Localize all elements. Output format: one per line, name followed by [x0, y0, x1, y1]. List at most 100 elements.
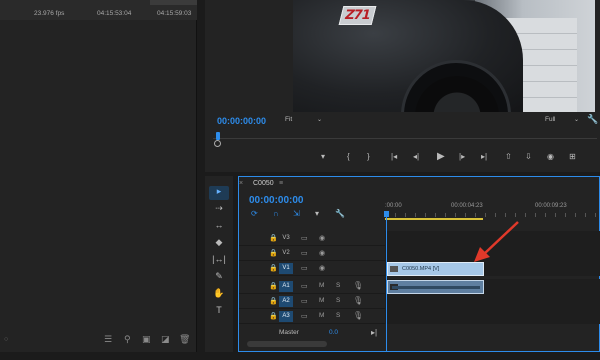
new-item-icon[interactable]: ◪ [161, 334, 170, 345]
program-scrub-bar[interactable] [213, 132, 597, 147]
mute-button[interactable]: M [319, 297, 324, 304]
track-lane[interactable] [385, 294, 600, 309]
mark-out-icon[interactable]: } [367, 152, 370, 161]
solo-button[interactable]: S [336, 297, 340, 304]
track-target-toggle[interactable]: V2 [279, 248, 293, 259]
master-volume-value[interactable]: 0.0 [329, 329, 338, 336]
snap-icon[interactable]: ∩ [273, 209, 279, 218]
step-back-icon[interactable]: ◂| [413, 152, 419, 161]
time-ruler[interactable]: :00:00 00:00:04:23 00:00:09:23 [385, 203, 600, 221]
program-timecode[interactable]: 00:00:00:00 [217, 116, 266, 126]
master-track: Master 0.0 ▸| [239, 327, 384, 341]
sync-lock-icon[interactable]: ▭ [301, 282, 308, 290]
step-forward-icon[interactable]: |▸ [459, 152, 465, 161]
ruler-ticks [385, 213, 600, 217]
type-tool-icon[interactable]: T [209, 305, 229, 319]
zoom-level-select[interactable]: Fit ⌄ [285, 116, 323, 126]
linked-selection-icon[interactable]: ⇲ [293, 209, 300, 218]
track-header: 🔒 V2 ▭ ◉ [239, 246, 384, 261]
go-to-in-icon[interactable]: |◂ [391, 152, 397, 161]
lock-icon[interactable]: 🔒 [269, 249, 278, 257]
solo-button[interactable]: S [336, 282, 340, 289]
selection-tool-icon[interactable]: ▸ [209, 186, 229, 200]
track-lane[interactable] [385, 246, 600, 261]
mute-button[interactable]: M [319, 312, 324, 319]
sync-lock-icon[interactable]: ▭ [301, 264, 308, 272]
slip-tool-icon[interactable]: |↔| [209, 254, 229, 268]
lock-icon[interactable]: 🔒 [269, 312, 278, 320]
ruler-label: 00:00:04:23 [451, 203, 483, 209]
sync-lock-icon[interactable]: ▭ [301, 297, 308, 305]
track-header: 🔒 A1 ▭ M S 🎙 [239, 279, 384, 294]
master-label: Master [279, 329, 299, 336]
timeline-panel: × C0050 ≡ 00:00:00:00 ⟳ ∩ ⇲ ▾ 🔧 :00:00 0… [238, 176, 600, 352]
mic-icon[interactable]: 🎙 [353, 281, 363, 290]
playhead-marker[interactable] [216, 132, 220, 140]
search-icon[interactable]: ⚲ [124, 334, 131, 345]
sync-lock-icon[interactable]: ▭ [301, 312, 308, 320]
project-list-row[interactable]: 23.976 fps 04:15:53:04 04:15:59:03 [0, 0, 197, 20]
program-video-frame: Z71 [293, 0, 595, 112]
track-target-toggle[interactable]: V1 [279, 263, 293, 274]
track-target-toggle[interactable]: A3 [279, 311, 293, 322]
mic-icon[interactable]: 🎙 [353, 296, 363, 305]
project-panel: 23.976 fps 04:15:53:04 04:15:59:03 ○ ☰ ⚲… [0, 0, 197, 352]
eye-icon[interactable]: ◉ [319, 249, 325, 257]
solo-button[interactable]: S [336, 312, 340, 319]
hand-tool-icon[interactable]: ✋ [209, 288, 229, 302]
play-icon[interactable]: ▶ [437, 151, 445, 162]
track-target-toggle[interactable]: A1 [279, 281, 293, 292]
track-header: 🔒 A2 ▭ M S 🎙 [239, 294, 384, 309]
work-area-bar[interactable] [385, 218, 483, 220]
sync-lock-icon[interactable]: ▭ [301, 249, 308, 257]
audio-clip[interactable] [387, 280, 484, 294]
ruler-label: 00:00:09:23 [535, 203, 567, 209]
add-marker-icon[interactable]: ▾ [315, 209, 319, 218]
export-frame-icon[interactable]: ◉ [547, 152, 554, 161]
trash-icon[interactable]: 🗑 [179, 334, 190, 345]
timeline-settings-icon[interactable]: 🔧 [335, 209, 345, 218]
eye-icon[interactable]: ◉ [319, 234, 325, 242]
lock-icon[interactable]: 🔒 [269, 234, 278, 242]
razor-tool-icon[interactable]: ◆ [209, 237, 229, 251]
lock-icon[interactable]: 🔒 [269, 297, 278, 305]
track-lane[interactable] [385, 309, 600, 324]
mic-icon[interactable]: 🎙 [353, 311, 363, 320]
track-select-tool-icon[interactable]: ⇢ [209, 203, 229, 217]
audio-waveform [392, 286, 480, 289]
sequence-tab[interactable]: C0050 [253, 180, 274, 187]
sync-lock-icon[interactable]: ▭ [301, 234, 308, 242]
eye-icon[interactable]: ◉ [319, 264, 325, 272]
lock-icon[interactable]: 🔒 [269, 282, 278, 290]
pen-tool-icon[interactable]: ✎ [209, 271, 229, 285]
button-editor-icon[interactable]: ⊞ [569, 152, 576, 161]
close-tab-icon[interactable]: × [239, 180, 243, 187]
track-header: 🔒 V1 ▭ ◉ [239, 261, 384, 276]
go-to-end-icon[interactable]: ▸| [371, 328, 377, 337]
mark-in-icon[interactable]: { [347, 152, 350, 161]
video-clip-label: C0050.MP4 [V] [402, 266, 440, 272]
track-lane[interactable] [385, 231, 600, 246]
fx-badge-icon [390, 266, 398, 272]
ripple-edit-tool-icon[interactable]: ↔ [209, 220, 229, 234]
mute-button[interactable]: M [319, 282, 324, 289]
timeline-timecode[interactable]: 00:00:00:00 [249, 195, 303, 206]
lock-icon[interactable]: 🔒 [269, 264, 278, 272]
go-to-out-icon[interactable]: ▸| [481, 152, 487, 161]
track-header: 🔒 V3 ▭ ◉ [239, 231, 384, 246]
video-clip[interactable]: C0050.MP4 [V] [387, 262, 484, 276]
extract-icon[interactable]: ⇩ [525, 152, 532, 161]
playhead-handle[interactable] [214, 140, 221, 147]
panel-menu-icon[interactable]: ≡ [279, 180, 283, 187]
list-view-icon[interactable]: ☰ [104, 334, 112, 345]
ruler-label: :00:00 [385, 203, 402, 209]
new-bin-icon[interactable]: ▣ [142, 334, 151, 345]
track-target-toggle[interactable]: A2 [279, 296, 293, 307]
nest-toggle-icon[interactable]: ⟳ [251, 209, 258, 218]
lift-icon[interactable]: ⇧ [505, 152, 512, 161]
add-marker-icon[interactable]: ▾ [321, 152, 325, 161]
resolution-select[interactable]: Full ⌄ [545, 116, 579, 126]
track-target-toggle[interactable]: V3 [279, 233, 293, 244]
timeline-zoom-scrollbar[interactable] [247, 341, 327, 347]
settings-wrench-icon[interactable]: 🔧 [587, 114, 598, 125]
